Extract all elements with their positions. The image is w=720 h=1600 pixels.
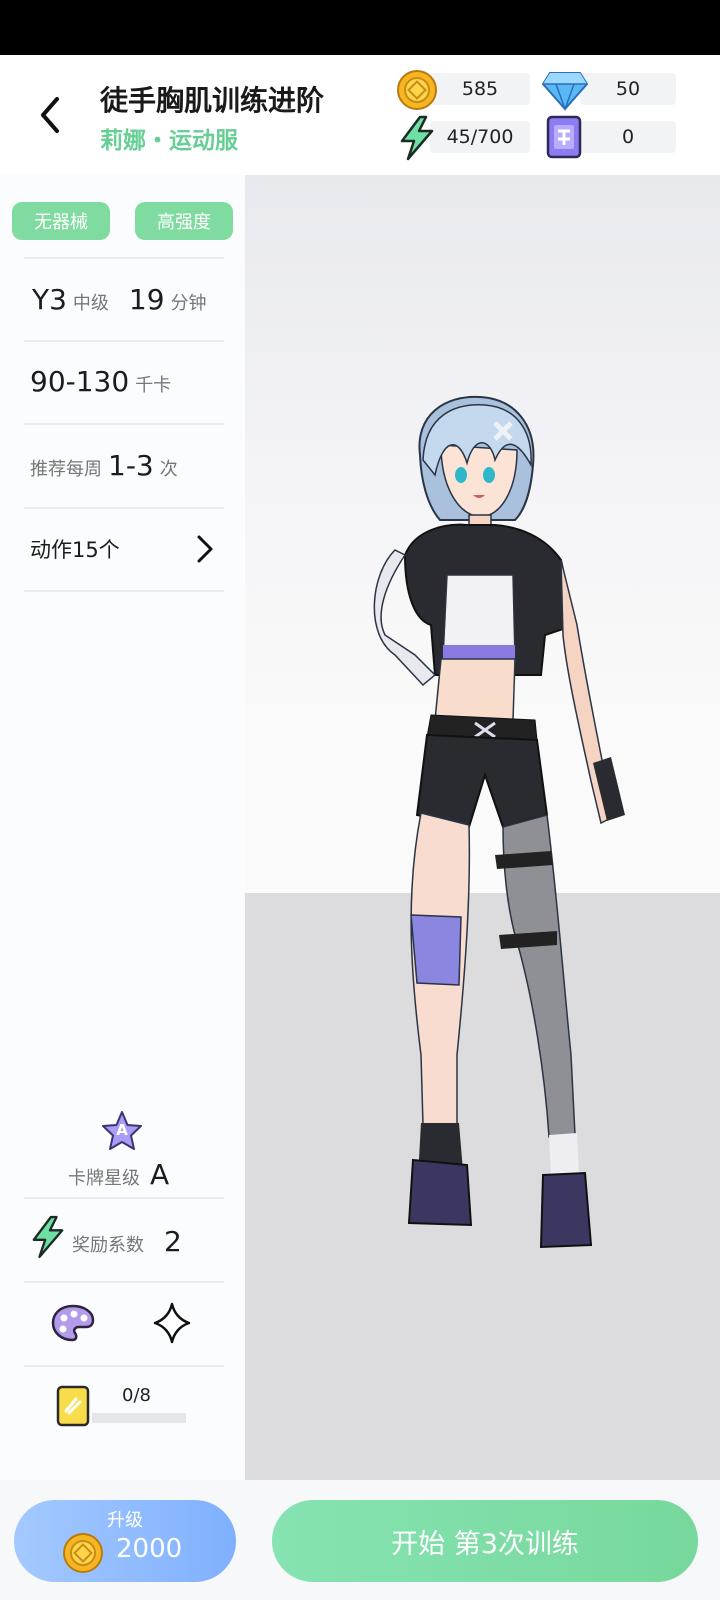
shard-progress-bar <box>92 1413 186 1423</box>
divider <box>24 423 224 425</box>
divider <box>24 1365 224 1367</box>
palette-icon <box>51 1304 95 1342</box>
header: 徒手胸肌训练进阶 莉娜・运动服 585 50 45/700 0 <box>0 55 720 175</box>
tag-high-intensity: 高强度 <box>135 202 233 240</box>
divider <box>24 507 224 509</box>
actions-list-link[interactable]: 动作15个 <box>24 510 224 590</box>
ticket-counter[interactable]: 0 <box>580 121 676 153</box>
upgrade-label: 升级 <box>107 1510 143 1531</box>
diamond-counter[interactable]: 50 <box>580 73 676 105</box>
card-star-label: 卡牌星级 <box>68 1168 140 1189</box>
reward-value: 2 <box>164 1225 182 1258</box>
calories-value: 90-130 <box>30 365 130 398</box>
bottom-action-bar: 升级 2000 开始 第3次训练 <box>0 1480 720 1600</box>
coin-icon <box>63 1533 103 1573</box>
status-bar <box>0 0 720 55</box>
back-arrow-icon <box>41 97 59 133</box>
diamond-count: 50 <box>615 78 641 100</box>
level-duration-row: Y3 中级 19 分钟 <box>32 283 207 316</box>
page-title: 徒手胸肌训练进阶 <box>100 84 325 117</box>
star-badge-icon: A <box>100 1110 144 1152</box>
frequency-unit: 次 <box>159 459 178 480</box>
energy-icon <box>398 115 436 161</box>
workout-info-panel: 无器械 高强度 Y3 中级 19 分钟 90-130 千卡 推荐每周 1-3 次… <box>0 175 245 1480</box>
coin-count: 585 <box>461 78 499 100</box>
duration-unit: 分钟 <box>170 293 207 314</box>
calories-row: 90-130 千卡 <box>30 365 171 398</box>
tag-no-equipment: 无器械 <box>12 202 110 240</box>
divider <box>24 590 224 592</box>
energy-count: 45/700 <box>446 126 514 148</box>
energy-counter[interactable]: 45/700 <box>430 121 530 153</box>
start-training-button[interactable]: 开始 第3次训练 <box>272 1500 698 1582</box>
ticket-count: 0 <box>621 126 635 148</box>
frequency-label: 推荐每周 <box>30 459 102 480</box>
calories-unit: 千卡 <box>135 375 172 396</box>
duration-value: 19 <box>128 283 165 316</box>
frequency-value: 1-3 <box>108 449 154 482</box>
divider <box>24 257 224 259</box>
divider <box>24 1197 224 1199</box>
start-training-label: 开始 第3次训练 <box>391 1528 579 1560</box>
ticket-icon <box>546 115 582 159</box>
character-outfit-label: 莉娜・运动服 <box>100 128 238 154</box>
diamond-outline-icon <box>153 1302 191 1344</box>
character-stage[interactable] <box>245 175 720 1480</box>
workout-detail-screen: 徒手胸肌训练进阶 莉娜・运动服 585 50 45/700 0 无器械 高强度 … <box>0 0 720 1600</box>
coin-counter[interactable]: 585 <box>430 73 530 105</box>
level-label: 中级 <box>72 293 109 314</box>
reward-row: 奖励系数 2 <box>72 1225 182 1258</box>
palette-button[interactable] <box>50 1303 96 1343</box>
shard-count: 0/8 <box>122 1385 151 1406</box>
star-badge-letter: A <box>116 1121 128 1139</box>
diamond-outline-button[interactable] <box>152 1301 192 1345</box>
chevron-right-icon <box>197 535 213 563</box>
diamond-icon <box>542 69 588 111</box>
upgrade-button[interactable]: 升级 2000 <box>14 1500 236 1582</box>
card-star-value: A <box>150 1158 170 1191</box>
coin-icon <box>396 69 438 111</box>
divider <box>24 340 224 342</box>
frequency-row: 推荐每周 1-3 次 <box>30 449 178 482</box>
card-star-row: 卡牌星级 A <box>68 1158 169 1191</box>
shard-card-icon <box>56 1385 90 1427</box>
back-button[interactable] <box>30 93 70 137</box>
character-model <box>373 395 625 1249</box>
actions-count-label: 动作15个 <box>30 538 120 562</box>
reward-label: 奖励系数 <box>72 1235 144 1256</box>
divider <box>24 1281 224 1283</box>
level-value: Y3 <box>32 283 67 316</box>
energy-icon <box>30 1215 70 1261</box>
upgrade-cost: 2000 <box>116 1534 183 1564</box>
